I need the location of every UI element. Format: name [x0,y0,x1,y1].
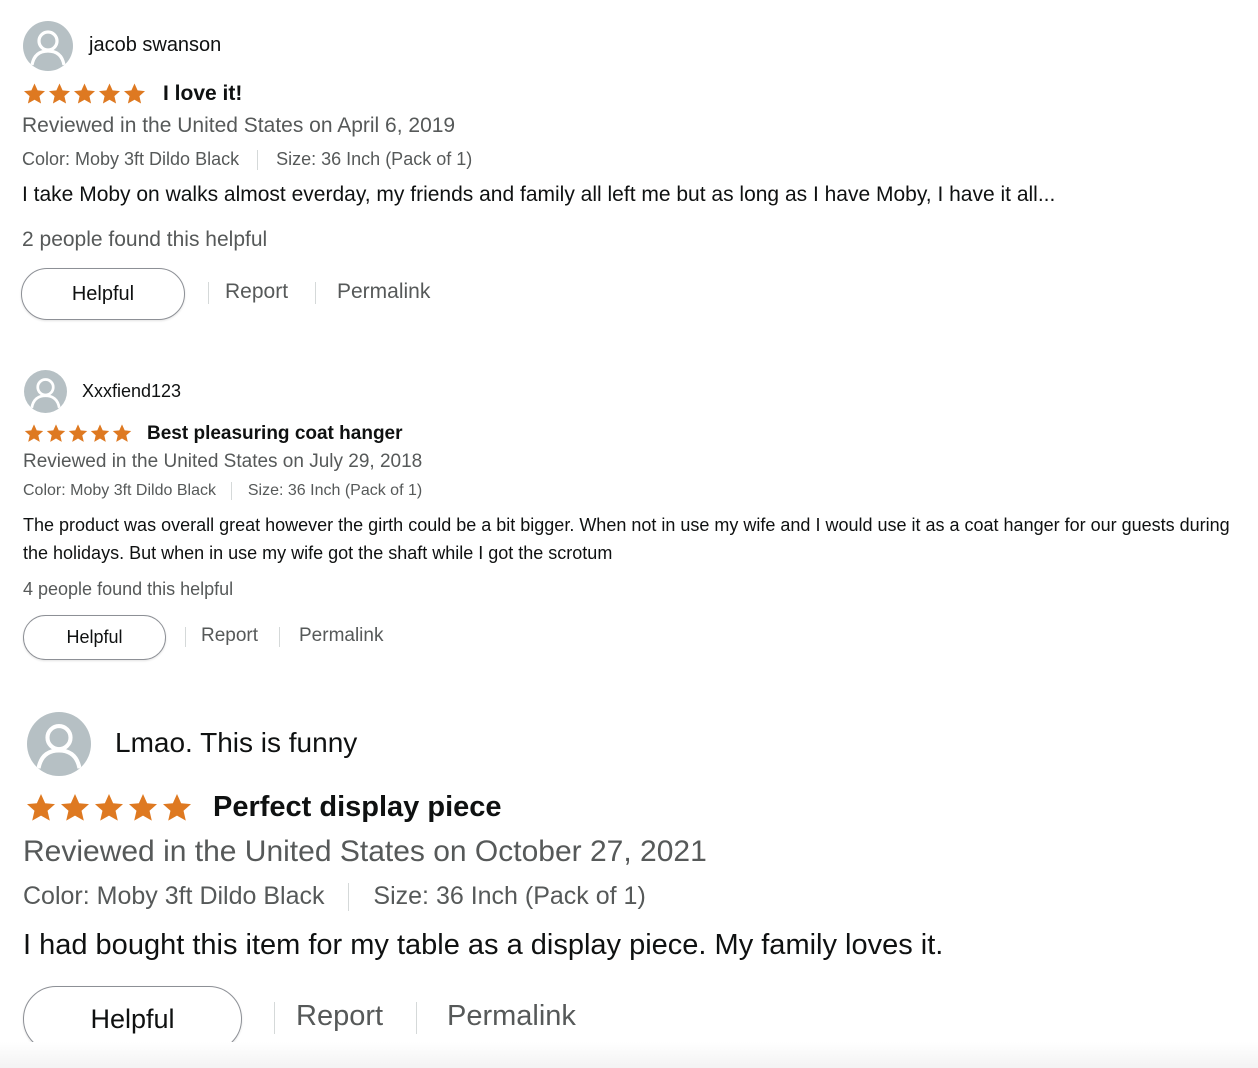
review-body: The product was overall great however th… [23,515,1230,563]
star-icon [124,83,145,104]
variant-info: Color: Moby 3ft Dildo Black Size: 36 Inc… [23,482,422,500]
divider [416,1002,417,1034]
variant-info: Color: Moby 3ft Dildo Black Size: 36 Inc… [23,882,646,912]
star-icon [112,424,132,442]
review-body: I had bought this item for my table as a… [23,929,944,961]
star-icon [163,794,191,821]
review-title[interactable]: I love it! [163,82,242,106]
review-date: Reviewed in the United States on April 6… [22,114,456,137]
star-icon [90,424,110,442]
reviewer-name[interactable]: jacob swanson [89,34,221,57]
star-icon [46,424,66,442]
divider [257,150,259,171]
reviewer-name[interactable]: Xxxfiend123 [82,381,181,402]
variant-size: Size: 36 Inch (Pack of 1) [276,149,473,169]
divider [315,282,316,304]
review-card: Xxxfiend123 Best pleasuring coat hanger … [0,340,1258,680]
divider [348,883,350,912]
divider [279,627,280,647]
review-body: I take Moby on walks almost everday, my … [22,183,1056,206]
permalink-link[interactable]: Permalink [299,625,383,647]
variant-color: Color: Moby 3ft Dildo Black [22,149,240,169]
report-link[interactable]: Report [225,280,288,304]
helpful-count: 2 people found this helpful [22,228,268,251]
variant-color: Color: Moby 3ft Dildo Black [23,882,325,910]
star-rating[interactable] [24,792,194,824]
star-rating[interactable] [23,423,133,444]
reviewer-name[interactable]: Lmao. This is funny [115,727,357,759]
star-icon [95,794,123,821]
review-date: Reviewed in the United States on October… [23,835,707,868]
star-icon [74,83,95,104]
user-avatar-icon [27,712,91,776]
permalink-link[interactable]: Permalink [447,1000,576,1033]
helpful-count: 4 people found this helpful [23,579,234,599]
star-icon [61,794,89,821]
divider [208,282,209,304]
variant-size: Size: 36 Inch (Pack of 1) [373,882,646,910]
star-icon [24,83,45,104]
helpful-button[interactable]: Helpful [21,268,185,320]
user-avatar-icon [24,370,67,413]
review-title[interactable]: Best pleasuring coat hanger [147,423,403,445]
review-card: jacob swanson I love it! Reviewed in the… [0,0,1258,340]
divider [231,482,233,500]
star-icon [129,794,157,821]
divider [185,627,186,647]
divider [274,1002,275,1034]
star-icon [27,794,55,821]
variant-info: Color: Moby 3ft Dildo Black Size: 36 Inc… [22,149,473,171]
variant-size: Size: 36 Inch (Pack of 1) [247,482,423,500]
star-icon [24,424,44,442]
report-link[interactable]: Report [296,1000,383,1033]
user-avatar-icon [23,21,73,71]
review-date: Reviewed in the United States on July 29… [23,451,423,472]
variant-color: Color: Moby 3ft Dildo Black [23,482,216,500]
page-bottom-shadow [0,1042,1258,1068]
report-link[interactable]: Report [201,625,258,647]
review-title[interactable]: Perfect display piece [213,791,502,824]
permalink-link[interactable]: Permalink [337,280,430,304]
helpful-button[interactable]: Helpful [23,615,166,660]
review-card: Lmao. This is funny Perfect display piec… [0,680,1258,1068]
star-icon [99,83,120,104]
star-icon [68,424,88,442]
star-rating[interactable] [22,82,147,106]
star-icon [49,83,70,104]
